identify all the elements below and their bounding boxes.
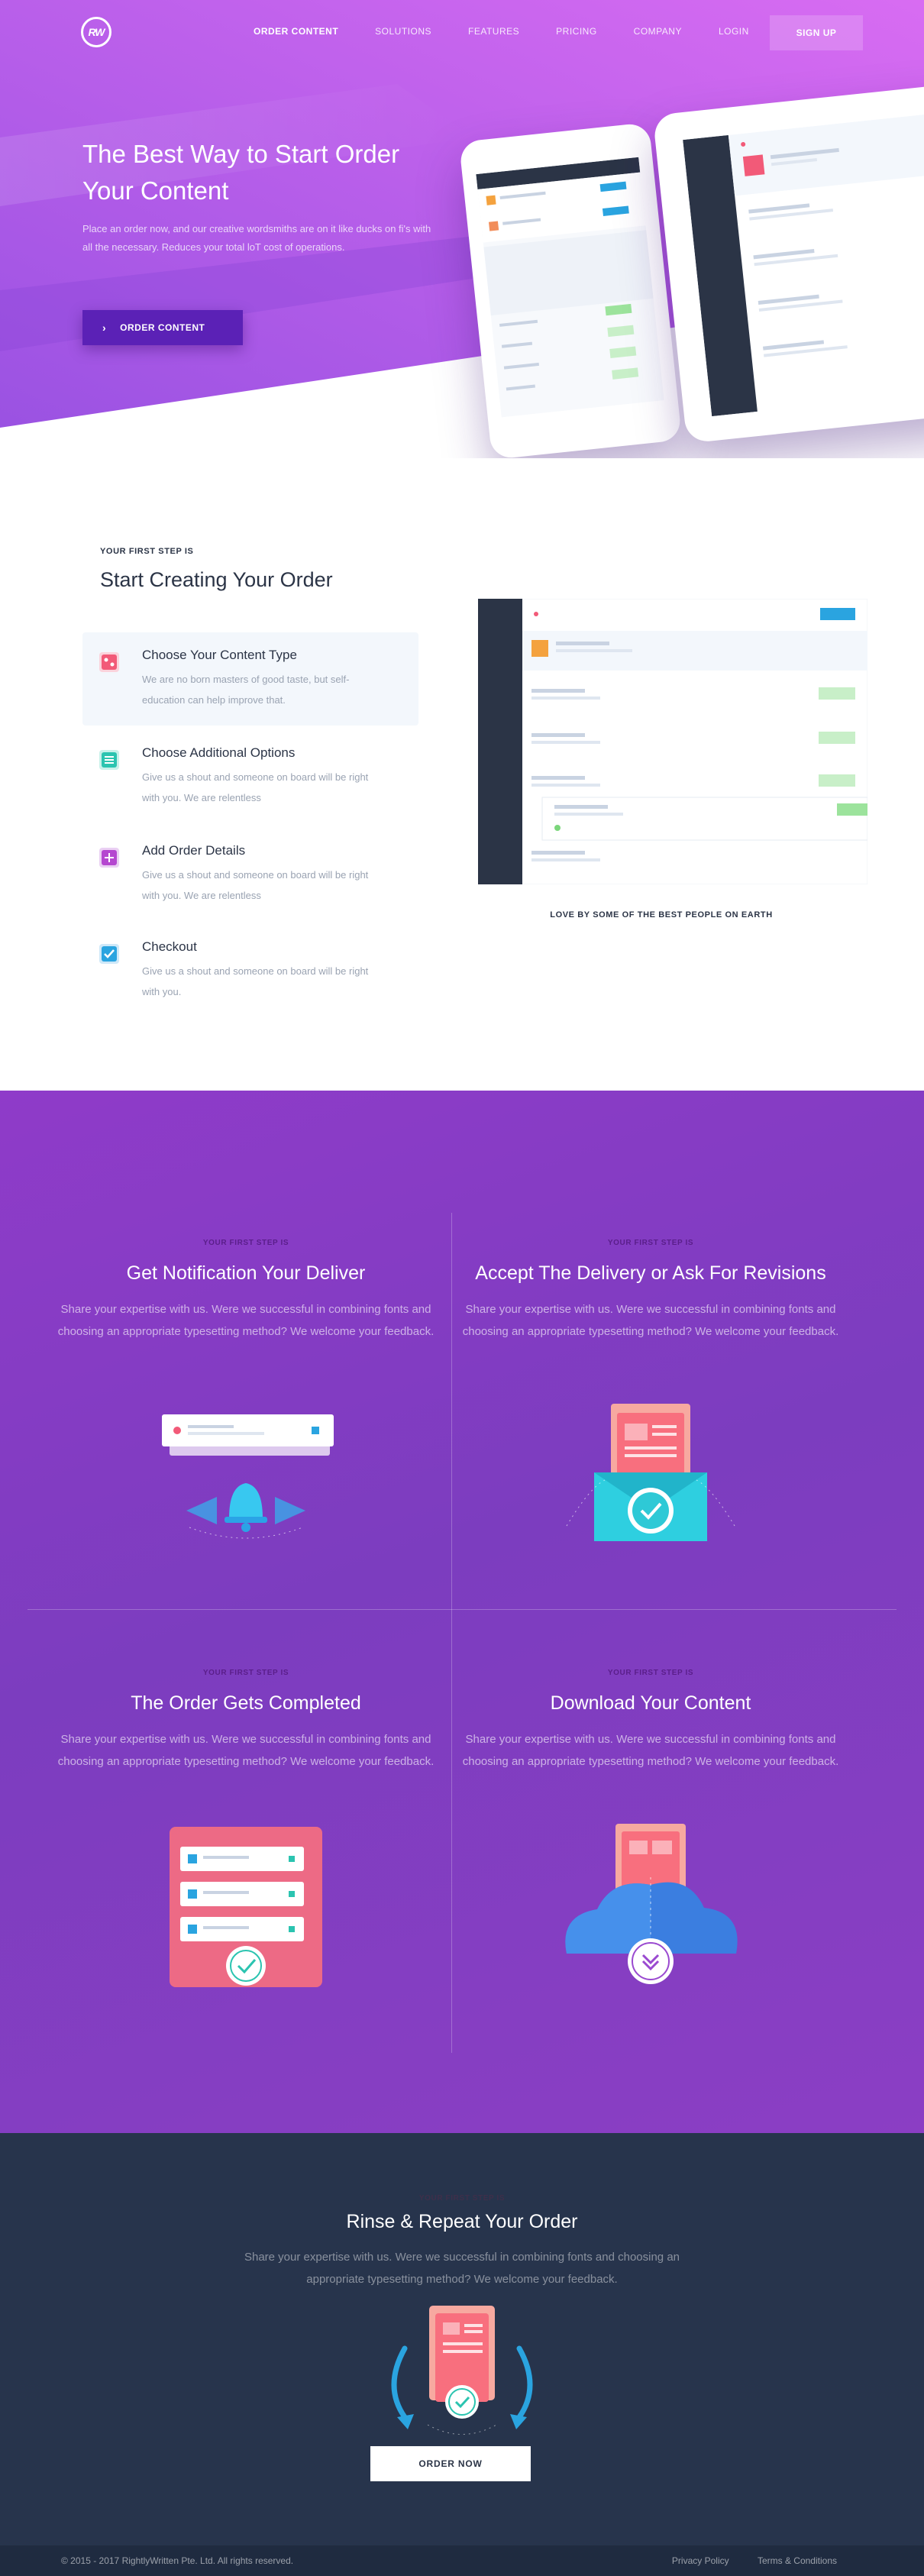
hero-subtitle: Place an order now, and our creative wor… bbox=[82, 223, 431, 253]
terms-conditions-link[interactable]: Terms & Conditions bbox=[758, 2555, 837, 2566]
loved-by-tagline: LOVE BY SOME OF THE BEST PEOPLE ON EARTH bbox=[550, 910, 773, 920]
cell-eyebrow: YOUR FIRST STEP IS bbox=[607, 1239, 694, 1247]
phone-mockup bbox=[458, 122, 683, 458]
step-desc: Give us a shout and someone on board wil… bbox=[142, 869, 369, 901]
step-additional-options[interactable]: Choose Additional Options Give us a shou… bbox=[82, 730, 418, 823]
order-steps-section: YOUR FIRST STEP IS Start Creating Your O… bbox=[0, 458, 924, 1091]
process-section: YOUR FIRST STEP IS Get Notification Your… bbox=[0, 1091, 924, 2133]
options-list-icon bbox=[99, 750, 119, 770]
repeat-eyebrow: YOUR FIRST STEP IS bbox=[418, 2194, 506, 2203]
step-checkout[interactable]: Checkout Give us a shout and someone on … bbox=[82, 924, 418, 1017]
step-desc: We are no born masters of good taste, bu… bbox=[142, 674, 350, 706]
cell-desc: Share your expertise with us. Were we su… bbox=[57, 1733, 435, 1768]
step-title: Add Order Details bbox=[142, 843, 246, 858]
steps-eyebrow: YOUR FIRST STEP IS bbox=[100, 547, 194, 556]
cell-desc: Share your expertise with us. Were we su… bbox=[462, 1303, 839, 1338]
step-title: Choose Your Content Type bbox=[142, 648, 297, 662]
content-type-icon bbox=[99, 652, 119, 672]
top-nav: RW ORDER CONTENT SOLUTIONS FEATURES PRIC… bbox=[0, 15, 924, 52]
steps-title: Start Creating Your Order bbox=[100, 568, 333, 591]
cell-eyebrow: YOUR FIRST STEP IS bbox=[607, 1669, 694, 1677]
completed-list-illustration bbox=[170, 1827, 322, 1987]
chevron-right-icon: › bbox=[102, 322, 107, 334]
nav-company[interactable]: COMPANY bbox=[634, 26, 682, 37]
nav-order-content[interactable]: ORDER CONTENT bbox=[254, 26, 338, 37]
hero-section: RW ORDER CONTENT SOLUTIONS FEATURES PRIC… bbox=[0, 0, 924, 458]
logo[interactable]: RW bbox=[81, 17, 111, 47]
envelope-check-illustration bbox=[566, 1404, 735, 1541]
signup-button[interactable]: SIGN UP bbox=[770, 15, 863, 50]
process-cell-download: YOUR FIRST STEP IS Download Your Content… bbox=[444, 1669, 857, 1773]
step-title: Choose Additional Options bbox=[142, 745, 296, 760]
cell-desc: Share your expertise with us. Were we su… bbox=[462, 1733, 839, 1768]
cloud-download-illustration bbox=[565, 1824, 738, 1984]
repeat-section: YOUR FIRST STEP IS Rinse & Repeat Your O… bbox=[0, 2133, 924, 2545]
nav-links: ORDER CONTENT SOLUTIONS FEATURES PRICING… bbox=[254, 26, 749, 37]
tablet-mockup bbox=[652, 82, 924, 444]
hero-title: The Best Way to Start Order Your Content bbox=[82, 140, 400, 205]
repeat-title: Rinse & Repeat Your Order bbox=[346, 2211, 578, 2232]
grid-divider-horizontal bbox=[27, 1609, 897, 1610]
cell-eyebrow: YOUR FIRST STEP IS bbox=[202, 1669, 289, 1677]
step-desc: Give us a shout and someone on board wil… bbox=[142, 965, 369, 997]
privacy-policy-link[interactable]: Privacy Policy bbox=[672, 2555, 729, 2566]
order-content-button[interactable]: › ORDER CONTENT bbox=[82, 310, 243, 345]
nav-pricing[interactable]: PRICING bbox=[556, 26, 597, 37]
process-cell-notification: YOUR FIRST STEP IS Get Notification Your… bbox=[40, 1239, 452, 1343]
dashboard-mockup-illustration bbox=[478, 599, 867, 884]
nav-features[interactable]: FEATURES bbox=[468, 26, 519, 37]
step-order-details[interactable]: Add Order Details Give us a shout and so… bbox=[82, 828, 418, 921]
step-title: Checkout bbox=[142, 939, 197, 954]
footer: © 2015 - 2017 RightlyWritten Pte. Ltd. A… bbox=[0, 2545, 924, 2576]
nav-solutions[interactable]: SOLUTIONS bbox=[375, 26, 431, 37]
process-cell-accept-delivery: YOUR FIRST STEP IS Accept The Delivery o… bbox=[444, 1239, 857, 1343]
order-content-label: ORDER CONTENT bbox=[120, 322, 205, 333]
checkout-check-icon bbox=[99, 944, 119, 964]
step-content-type[interactable]: Choose Your Content Type We are no born … bbox=[82, 632, 418, 726]
order-now-button[interactable]: ORDER NOW bbox=[370, 2446, 531, 2481]
repeat-cycle-illustration bbox=[391, 2306, 533, 2435]
process-cell-order-completed: YOUR FIRST STEP IS The Order Gets Comple… bbox=[40, 1669, 452, 1773]
tablet-screen-illustration bbox=[683, 109, 924, 417]
nav-login[interactable]: LOGIN bbox=[719, 26, 749, 37]
copyright-text: © 2015 - 2017 RightlyWritten Pte. Ltd. A… bbox=[61, 2555, 294, 2566]
cell-title: The Order Gets Completed bbox=[131, 1692, 361, 1714]
step-desc: Give us a shout and someone on board wil… bbox=[142, 771, 369, 803]
notification-bell-illustration bbox=[162, 1414, 334, 1539]
add-details-icon bbox=[99, 848, 119, 868]
cell-title: Download Your Content bbox=[550, 1692, 751, 1714]
cell-desc: Share your expertise with us. Were we su… bbox=[57, 1303, 435, 1338]
cell-eyebrow: YOUR FIRST STEP IS bbox=[202, 1239, 289, 1247]
repeat-desc: Share your expertise with us. Were we su… bbox=[244, 2251, 680, 2286]
phone-screen-illustration bbox=[476, 157, 664, 418]
cell-title: Accept The Delivery or Ask For Revisions bbox=[475, 1262, 826, 1284]
footer-links: Privacy Policy Terms & Conditions bbox=[646, 2555, 837, 2566]
cell-title: Get Notification Your Deliver bbox=[126, 1262, 366, 1284]
